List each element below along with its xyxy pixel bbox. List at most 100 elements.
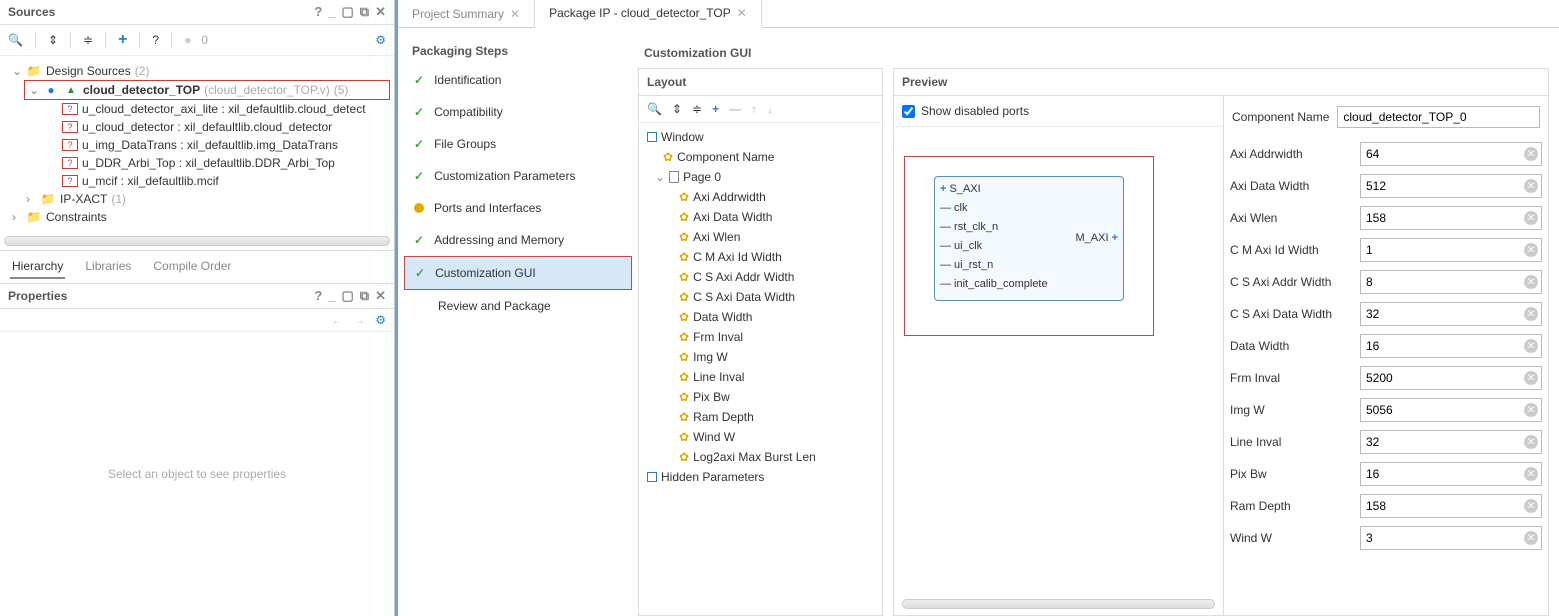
param-input[interactable] bbox=[1360, 398, 1542, 422]
up-icon[interactable]: ↑ bbox=[751, 102, 757, 116]
clear-icon[interactable]: ✕ bbox=[1524, 275, 1538, 289]
down-icon[interactable]: ↓ bbox=[767, 102, 773, 116]
expand-icon[interactable]: ≑ bbox=[692, 102, 702, 116]
scrollbar[interactable] bbox=[902, 599, 1215, 609]
layout-param-item[interactable]: Axi Data Width bbox=[693, 210, 772, 224]
component-name-input[interactable] bbox=[1337, 106, 1540, 128]
param-input[interactable] bbox=[1360, 526, 1542, 550]
layout-param-item[interactable]: Frm Inval bbox=[693, 330, 743, 344]
param-input[interactable] bbox=[1360, 366, 1542, 390]
top-module-label[interactable]: cloud_detector_TOP bbox=[83, 83, 200, 97]
layout-param-item[interactable]: Pix Bw bbox=[693, 390, 730, 404]
source-item[interactable]: u_mcif : xil_defaultlib.mcif bbox=[82, 174, 219, 188]
source-item[interactable]: u_img_DataTrans : xil_defaultlib.img_Dat… bbox=[82, 138, 338, 152]
layout-param-item[interactable]: Wind W bbox=[693, 430, 735, 444]
layout-param-item[interactable]: Ram Depth bbox=[693, 410, 754, 424]
clear-icon[interactable]: ✕ bbox=[1524, 147, 1538, 161]
chevron-right-icon[interactable]: › bbox=[12, 210, 26, 224]
undock-icon[interactable]: ⧉ bbox=[360, 288, 369, 304]
help-icon[interactable]: ? bbox=[314, 288, 322, 304]
add-icon[interactable]: + bbox=[712, 102, 719, 116]
packaging-step[interactable]: ✓Customization Parameters bbox=[404, 160, 632, 192]
tab-compile-order[interactable]: Compile Order bbox=[151, 255, 233, 279]
param-input[interactable] bbox=[1360, 270, 1542, 294]
source-item[interactable]: u_cloud_detector_axi_lite : xil_defaultl… bbox=[82, 102, 366, 116]
scrollbar[interactable] bbox=[4, 236, 390, 246]
search-icon[interactable]: 🔍 bbox=[647, 102, 662, 116]
forward-icon[interactable]: → bbox=[353, 313, 365, 327]
layout-param-item[interactable]: Line Inval bbox=[693, 370, 744, 384]
param-input[interactable] bbox=[1360, 302, 1542, 326]
layout-param-item[interactable]: Data Width bbox=[693, 310, 752, 324]
param-input[interactable] bbox=[1360, 206, 1542, 230]
chevron-down-icon[interactable]: ⌄ bbox=[29, 83, 43, 97]
source-item[interactable]: u_DDR_Arbi_Top : xil_defaultlib.DDR_Arbi… bbox=[82, 156, 335, 170]
param-input[interactable] bbox=[1360, 494, 1542, 518]
clear-icon[interactable]: ✕ bbox=[1524, 179, 1538, 193]
close-icon[interactable]: ✕ bbox=[375, 4, 386, 20]
hidden-params-node[interactable]: Hidden Parameters bbox=[661, 470, 764, 484]
packaging-step[interactable]: ✓Customization GUI bbox=[404, 256, 632, 290]
packaging-step[interactable]: Review and Package bbox=[404, 290, 632, 322]
chevron-down-icon[interactable]: ⌄ bbox=[655, 170, 665, 184]
layout-param-item[interactable]: C S Axi Data Width bbox=[693, 290, 795, 304]
component-name-node[interactable]: Component Name bbox=[677, 150, 774, 164]
packaging-step[interactable]: ✓Compatibility bbox=[404, 96, 632, 128]
settings-icon[interactable]: ⚙ bbox=[375, 313, 386, 327]
clear-icon[interactable]: ✕ bbox=[1524, 435, 1538, 449]
param-input[interactable] bbox=[1360, 430, 1542, 454]
source-item[interactable]: u_cloud_detector : xil_defaultlib.cloud_… bbox=[82, 120, 332, 134]
param-input[interactable] bbox=[1360, 334, 1542, 358]
clear-icon[interactable]: ✕ bbox=[1524, 339, 1538, 353]
window-node[interactable]: Window bbox=[661, 130, 704, 144]
expand-icon[interactable]: ≑ bbox=[83, 33, 93, 47]
packaging-step[interactable]: ✓File Groups bbox=[404, 128, 632, 160]
page0-node[interactable]: Page 0 bbox=[683, 170, 721, 184]
tab-project-summary[interactable]: Project Summary ✕ bbox=[398, 0, 535, 27]
remove-icon[interactable]: — bbox=[729, 102, 741, 116]
packaging-step[interactable]: Ports and Interfaces bbox=[404, 192, 632, 224]
collapse-icon[interactable]: ⇕ bbox=[48, 33, 58, 47]
design-sources-label[interactable]: Design Sources bbox=[46, 64, 131, 78]
clear-icon[interactable]: ✕ bbox=[1524, 307, 1538, 321]
chevron-down-icon[interactable]: ⌄ bbox=[12, 64, 26, 78]
add-icon[interactable]: + bbox=[118, 31, 127, 49]
param-input[interactable] bbox=[1360, 238, 1542, 262]
layout-param-item[interactable]: Axi Addrwidth bbox=[693, 190, 766, 204]
help-icon-2[interactable]: ? bbox=[152, 33, 159, 47]
ipxact-label[interactable]: IP-XACT bbox=[60, 192, 107, 206]
help-icon[interactable]: ? bbox=[314, 4, 322, 20]
param-input[interactable] bbox=[1360, 142, 1542, 166]
close-icon[interactable]: ✕ bbox=[375, 288, 386, 304]
minimize-icon[interactable]: _ bbox=[328, 4, 335, 20]
packaging-step[interactable]: ✓Addressing and Memory bbox=[404, 224, 632, 256]
collapse-icon[interactable]: ⇕ bbox=[672, 102, 682, 116]
layout-param-item[interactable]: Log2axi Max Burst Len bbox=[693, 450, 816, 464]
undock-icon[interactable]: ⧉ bbox=[360, 4, 369, 20]
show-disabled-ports-checkbox[interactable] bbox=[902, 105, 915, 118]
chevron-right-icon[interactable]: › bbox=[26, 192, 40, 206]
tab-libraries[interactable]: Libraries bbox=[83, 255, 133, 279]
restore-icon[interactable]: ▢ bbox=[342, 4, 354, 20]
packaging-step[interactable]: ✓Identification bbox=[404, 64, 632, 96]
layout-param-item[interactable]: C S Axi Addr Width bbox=[693, 270, 794, 284]
constraints-label[interactable]: Constraints bbox=[46, 210, 107, 224]
back-icon[interactable]: ← bbox=[331, 313, 343, 327]
layout-param-item[interactable]: Axi Wlen bbox=[693, 230, 740, 244]
clear-icon[interactable]: ✕ bbox=[1524, 211, 1538, 225]
minimize-icon[interactable]: _ bbox=[328, 288, 335, 304]
tab-hierarchy[interactable]: Hierarchy bbox=[10, 255, 65, 279]
search-icon[interactable]: 🔍 bbox=[8, 33, 23, 47]
layout-param-item[interactable]: C M Axi Id Width bbox=[693, 250, 782, 264]
clear-icon[interactable]: ✕ bbox=[1524, 403, 1538, 417]
settings-icon[interactable]: ⚙ bbox=[375, 33, 386, 47]
restore-icon[interactable]: ▢ bbox=[342, 288, 354, 304]
param-input[interactable] bbox=[1360, 462, 1542, 486]
close-icon[interactable]: ✕ bbox=[737, 6, 747, 20]
layout-param-item[interactable]: Img W bbox=[693, 350, 728, 364]
close-icon[interactable]: ✕ bbox=[510, 7, 520, 21]
clear-icon[interactable]: ✕ bbox=[1524, 467, 1538, 481]
clear-icon[interactable]: ✕ bbox=[1524, 371, 1538, 385]
clear-icon[interactable]: ✕ bbox=[1524, 243, 1538, 257]
tab-package-ip[interactable]: Package IP - cloud_detector_TOP ✕ bbox=[535, 0, 762, 28]
